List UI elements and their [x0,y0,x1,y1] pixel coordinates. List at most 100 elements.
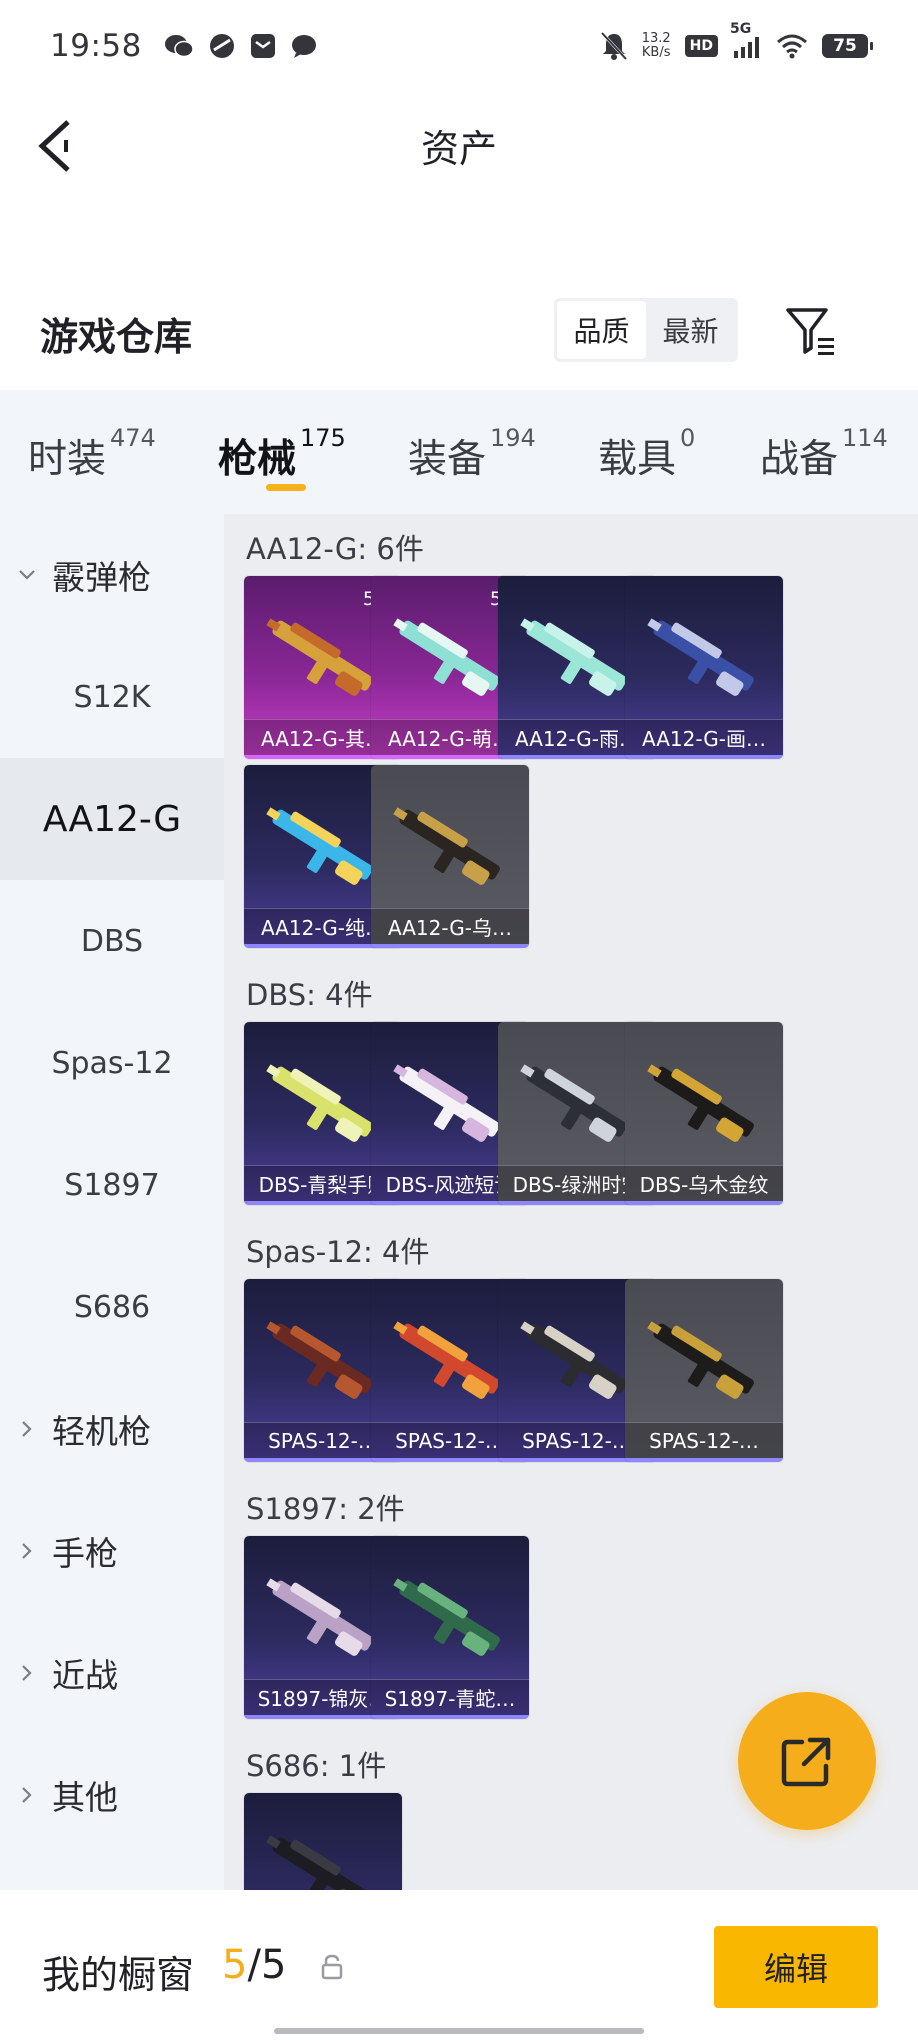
tab-count: 175 [300,424,346,452]
tab-vehicles[interactable]: 载具 0 [598,424,695,484]
hd-icon: HD [684,35,718,57]
tab-label: 枪械 [218,437,297,482]
weapon-image-icon [647,618,754,696]
rarity-line [625,755,783,759]
section-title: S686: 1件 [246,1749,387,1783]
showcase-separator: / [247,1942,261,1988]
mute-bell-icon [600,31,628,61]
tab-count: 0 [680,424,696,452]
notification-icons [164,32,318,60]
showcase-count: 5/5 [222,1942,286,1988]
sidebar-item-other[interactable]: 其他 [0,1734,224,1856]
sidebar-item-s1897[interactable]: S1897 [0,1124,224,1246]
tab-equipment[interactable]: 装备 194 [408,424,536,484]
wechat-icon [164,33,194,59]
skin-card[interactable] [244,1793,402,1890]
status-bar: 19:58 13.2 KB/s HD 5G 75 [0,0,918,92]
weapon-image-icon [393,807,500,885]
sidebar-item-dbs[interactable]: DBS [0,880,224,1002]
skin-card[interactable]: S1897-青蛇… [371,1536,529,1719]
chevron-right-icon [22,1787,32,1803]
sort-by-newest[interactable]: 最新 [646,301,735,359]
showcase-total: 5 [260,1942,287,1988]
rarity-line [625,1201,783,1205]
sidebar-item-spas12[interactable]: Spas-12 [0,1002,224,1124]
message-icon [290,33,318,59]
sort-toggle: 品质 最新 [554,298,738,362]
sidebar-item-s12k[interactable]: S12K [0,636,224,758]
showcase-bar: 我的橱窗 5/5 编辑 [0,1898,918,2040]
rarity-line [625,1458,783,1462]
category-tabs: 时装 474 枪械 175 装备 194 载具 0 战备 114 [0,390,918,514]
filter-icon [786,308,834,355]
sidebar-item-pistol[interactable]: 手枪 [0,1490,224,1612]
sidebar-item-label: 手枪 [52,1534,118,1573]
rarity-line [371,944,529,948]
home-indicator[interactable] [274,2028,644,2034]
filter-button[interactable] [782,302,840,360]
tab-fashion[interactable]: 时装 474 [28,424,156,484]
tab-label: 战备 [760,437,839,482]
chevron-right-icon [22,1421,32,1437]
weapon-image-icon [266,1835,373,1890]
rarity-line [371,1715,529,1719]
tab-supplies[interactable]: 战备 114 [760,424,888,484]
sidebar-item-lmg[interactable]: 轻机枪 [0,1368,224,1490]
weapon-image-icon [266,1064,373,1142]
net-speed: 13.2 KB/s [642,32,671,60]
weapon-image-icon [266,807,373,885]
sidebar-item-label: 近战 [52,1656,118,1695]
showcase-current: 5 [222,1942,248,1988]
section-title: AA12-G: 6件 [246,532,424,566]
sidebar-item-shotgun[interactable]: 霰弹枪 [0,514,224,636]
signal-label: 5G [730,21,752,37]
tab-firearms[interactable]: 枪械 175 [218,424,346,484]
tab-label: 载具 [598,437,677,482]
net-speed-unit: KB/s [641,45,671,60]
weapon-image-icon [520,1321,627,1399]
weapon-image-icon [647,1064,754,1142]
weapon-type-sidebar: 霰弹枪 S12K AA12-G DBS Spas-12 S1897 S686 轻… [0,514,224,1890]
tab-label: 时装 [28,437,107,482]
signal-icon: 5G [730,21,762,59]
weapon-image-icon [393,618,500,696]
sidebar-item-label: DBS [80,923,144,959]
skin-card[interactable]: AA12-G-乌… [371,765,529,948]
skin-card[interactable]: SPAS-12-… [625,1279,783,1462]
chevron-down-icon [19,570,35,580]
warehouse-header: 游戏仓库 品质 最新 [0,280,918,380]
weapon-image-icon [393,1064,500,1142]
sidebar-item-s686[interactable]: S686 [0,1246,224,1368]
skin-card[interactable]: AA12-G-画… [625,576,783,759]
sidebar-item-label: 其他 [52,1778,118,1817]
nav-header: 资产 [0,92,918,200]
weapon-image-icon [393,1321,500,1399]
weapon-image-icon [266,618,373,696]
sort-by-quality[interactable]: 品质 [557,301,646,359]
sidebar-item-label: 轻机枪 [52,1412,151,1451]
weapon-image-icon [266,1321,373,1399]
chevron-right-icon [22,1543,32,1559]
lock-icon [321,1954,343,1980]
weapon-image-icon [520,618,627,696]
showcase-label: 我的橱窗 [42,1953,195,1997]
share-button[interactable] [738,1692,876,1830]
edit-button[interactable]: 编辑 [714,1926,878,2008]
chevron-right-icon [22,1665,32,1681]
sidebar-item-aa12g[interactable]: AA12-G [0,758,224,880]
skin-card[interactable]: DBS-乌木金纹 [625,1022,783,1205]
section-title: S1897: 2件 [246,1492,405,1526]
net-speed-value: 13.2 [641,31,671,46]
weapon-image-icon [393,1578,500,1656]
weapon-image-icon [647,1321,754,1399]
wifi-icon [776,33,808,59]
skin-name: AA12-G-画… [625,719,783,755]
page-title: 资产 [420,127,497,171]
skin-grid: AA12-G: 6件5级AA12-G-其…5级AA12-G-萌…AA12-G-雨… [224,514,918,1890]
skin-name: DBS-乌木金纹 [625,1165,783,1201]
sidebar-item-label: Spas-12 [51,1045,173,1081]
sidebar-item-label: S12K [73,679,151,715]
sidebar-item-melee[interactable]: 近战 [0,1612,224,1734]
tab-count: 194 [490,424,536,452]
skin-name: S1897-青蛇… [371,1679,529,1715]
